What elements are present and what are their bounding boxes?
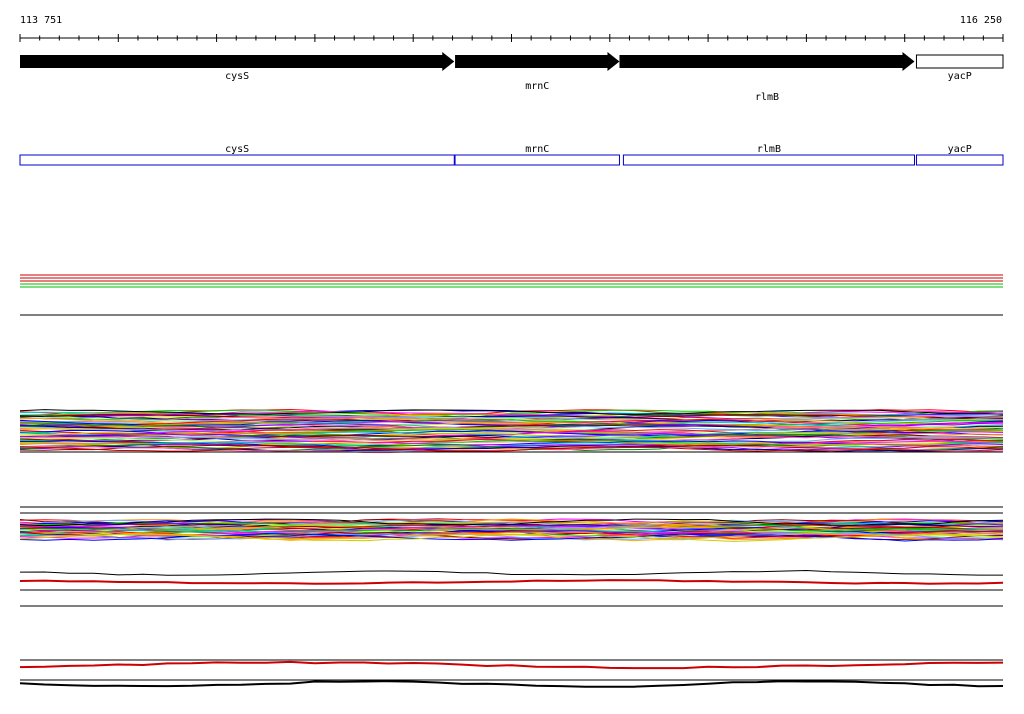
transcript-yacP-box — [915, 154, 1004, 166]
gene-mrnC-label: mrnC — [525, 81, 549, 92]
transcript-cysS-box — [19, 154, 455, 166]
gene-track: cysS mrnC rlmB yacP — [20, 52, 1004, 103]
transcript-mrnC-box — [454, 154, 620, 166]
transcript-yacP-label: yacP — [948, 144, 972, 155]
transcript-mrnC-label: mrnC — [525, 144, 549, 155]
transcript-cysS-label: cysS — [225, 144, 249, 155]
track5-black-line — [19, 680, 1004, 688]
track5-red-line — [19, 660, 1004, 670]
gene-yacP-arrow — [915, 54, 1004, 69]
track4-red-line — [19, 579, 1004, 585]
coordinate-ruler — [19, 34, 1004, 42]
transcript-track: cysS mrnC rlmB yacP — [19, 144, 1004, 166]
gene-yacP-label: yacP — [948, 71, 972, 82]
gene-rlmB-arrow — [619, 52, 915, 71]
ruler-start-label: 113 751 — [20, 15, 62, 26]
gene-cysS-label: cysS — [225, 71, 249, 82]
genome-browser-chart: 113 751 116 250 cysS mrnC rlmB yacP cysS mrn… — [19, 15, 1004, 688]
gene-cysS-arrow — [20, 52, 455, 71]
transcript-rlmB-box — [622, 154, 915, 166]
track4-black-line — [19, 569, 1003, 576]
gene-rlmB-label: rlmB — [755, 92, 779, 103]
ruler-end-label: 116 250 — [960, 15, 1002, 26]
transcript-rlmB-label: rlmB — [757, 144, 781, 155]
gene-mrnC-arrow — [455, 52, 620, 71]
signal-tracks — [19, 274, 1004, 688]
